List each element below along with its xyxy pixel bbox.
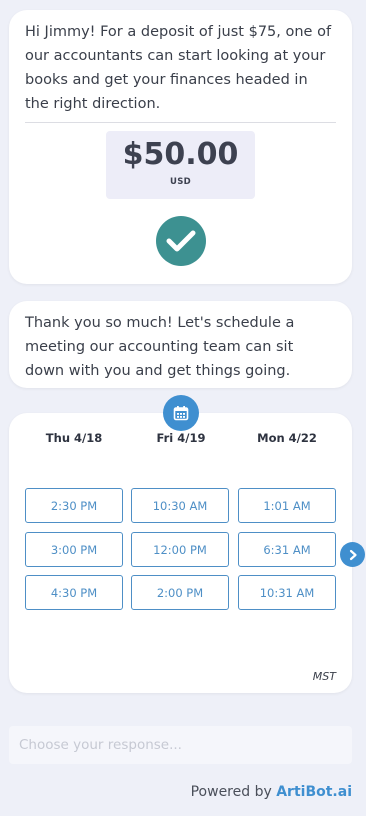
time-slot-button[interactable]: 2:00 PM <box>131 575 229 610</box>
payment-currency: USD <box>170 177 191 187</box>
divider <box>25 122 336 123</box>
time-slot-button[interactable]: 2:30 PM <box>25 488 123 523</box>
powered-by-label: Powered by <box>190 784 272 800</box>
check-icon <box>156 216 206 266</box>
deposit-message-text: Hi Jimmy! For a deposit of just $75, one… <box>25 24 332 112</box>
time-slot-button[interactable]: 12:00 PM <box>131 532 229 567</box>
powered-by: Powered by ArtiBot.ai <box>191 784 352 800</box>
chevron-right-icon[interactable] <box>340 542 365 567</box>
day-header-fri: Fri 4/19 <box>156 431 206 445</box>
payment-amount: $50.00 <box>122 137 239 172</box>
schedule-card: Thu 4/18 Fri 4/19 Mon 4/22 2:30 PM 3:00 … <box>9 413 352 693</box>
time-slot-button[interactable]: 10:30 AM <box>131 488 229 523</box>
payment-amount-box: $50.00 USD <box>106 131 255 199</box>
time-slot-button[interactable]: 10:31 AM <box>238 575 336 610</box>
time-slot-button[interactable]: 3:00 PM <box>25 532 123 567</box>
timezone-label: MST <box>312 670 336 683</box>
deposit-message-card: Hi Jimmy! For a deposit of just $75, one… <box>9 10 352 284</box>
time-slot-button[interactable]: 4:30 PM <box>25 575 123 610</box>
thanks-message-text: Thank you so much! Let's schedule a meet… <box>25 315 295 379</box>
time-slot-button[interactable]: 1:01 AM <box>238 488 336 523</box>
time-slot-button[interactable]: 6:31 AM <box>238 532 336 567</box>
response-input[interactable] <box>9 726 352 764</box>
day-header-mon: Mon 4/22 <box>257 431 317 445</box>
day-header-thu: Thu 4/18 <box>45 431 103 445</box>
calendar-icon <box>163 395 199 431</box>
brand-link[interactable]: ArtiBot.ai <box>276 784 352 800</box>
thanks-message-card: Thank you so much! Let's schedule a meet… <box>9 301 352 388</box>
